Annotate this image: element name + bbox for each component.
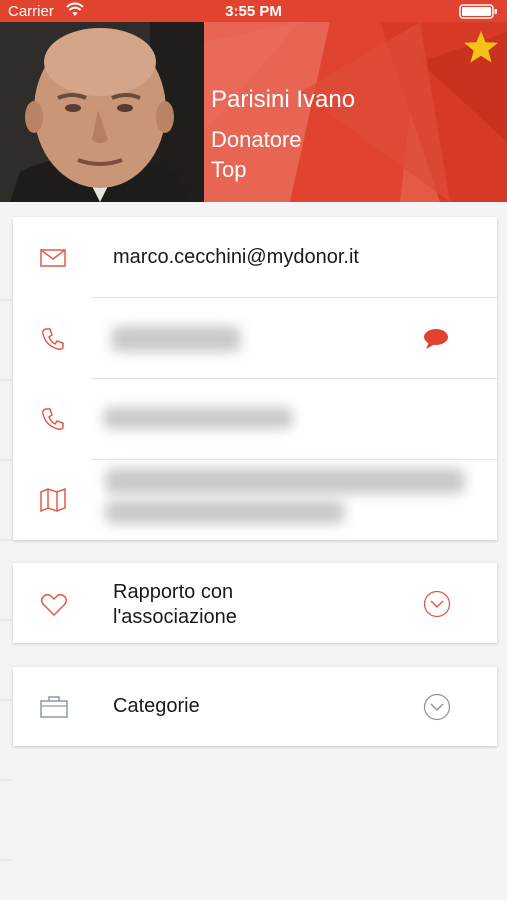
profile-header: Parisini Ivano Donatore Top bbox=[0, 22, 507, 202]
battery-icon bbox=[459, 4, 499, 23]
address-line-redacted bbox=[105, 500, 345, 524]
relation-label-line-1: Rapporto con bbox=[113, 581, 234, 603]
phone-number-redacted bbox=[111, 326, 241, 352]
heart-icon bbox=[40, 593, 68, 622]
avatar bbox=[0, 22, 204, 202]
mail-icon bbox=[40, 248, 66, 273]
role-line-2: Top bbox=[211, 157, 247, 182]
contact-name: Parisini Ivano bbox=[211, 86, 356, 113]
chat-bubble-icon[interactable] bbox=[423, 328, 449, 355]
status-time: 3:55 PM bbox=[225, 3, 282, 20]
relation-card[interactable]: Rapporto con l'associazione bbox=[13, 563, 497, 643]
chevron-down-icon[interactable] bbox=[423, 693, 451, 726]
categories-card[interactable]: Categorie bbox=[13, 667, 497, 746]
star-icon[interactable] bbox=[463, 30, 499, 69]
relation-label-line-2: l'associazione bbox=[113, 606, 237, 628]
phone-row-1[interactable] bbox=[13, 298, 497, 378]
map-icon bbox=[40, 487, 66, 517]
categories-label: Categorie bbox=[113, 695, 200, 717]
contact-role: Donatore Top bbox=[211, 125, 302, 185]
phone-number-redacted bbox=[103, 407, 293, 429]
status-bar: Carrier 3:55 PM bbox=[0, 0, 507, 22]
chevron-down-icon[interactable] bbox=[423, 590, 451, 623]
role-line-1: Donatore bbox=[211, 127, 302, 152]
phone-row-2[interactable] bbox=[13, 379, 497, 459]
briefcase-icon bbox=[40, 696, 68, 723]
address-line-redacted bbox=[105, 468, 465, 494]
phone-icon bbox=[40, 326, 66, 357]
address-row[interactable] bbox=[13, 460, 497, 540]
contacts-card: marco.cecchini@mydonor.it bbox=[13, 217, 497, 540]
phone-icon bbox=[40, 406, 66, 437]
email-row[interactable]: marco.cecchini@mydonor.it bbox=[13, 217, 497, 297]
relation-label: Rapporto con l'associazione bbox=[113, 580, 237, 630]
email-value[interactable]: marco.cecchini@mydonor.it bbox=[113, 246, 359, 269]
